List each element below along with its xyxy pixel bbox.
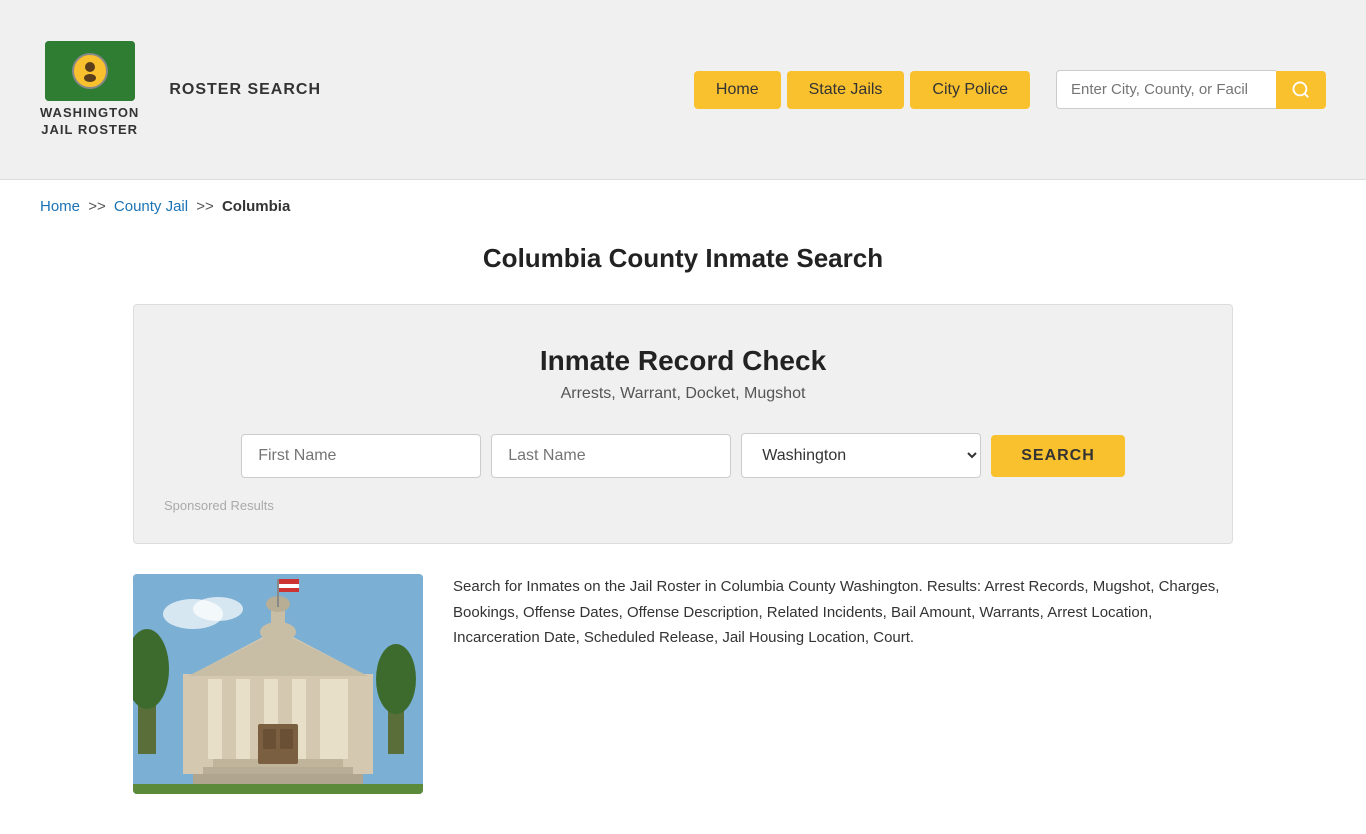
roster-search-label: ROSTER SEARCH <box>169 81 321 99</box>
header: WASHINGTON JAIL ROSTER ROSTER SEARCH Hom… <box>0 0 1366 180</box>
last-name-input[interactable] <box>491 434 731 478</box>
breadcrumb-county-jail[interactable]: County Jail <box>114 198 188 215</box>
description-text: Search for Inmates on the Jail Roster in… <box>453 574 1233 651</box>
header-search-input[interactable] <box>1056 70 1276 109</box>
record-check-subtitle: Arrests, Warrant, Docket, Mugshot <box>164 385 1202 403</box>
first-name-input[interactable] <box>241 434 481 478</box>
nav-home-button[interactable]: Home <box>694 71 781 109</box>
washington-seal-icon <box>78 59 102 83</box>
breadcrumb: Home >> County Jail >> Columbia <box>0 180 1366 233</box>
main-nav: Home State Jails City Police <box>694 70 1326 109</box>
bottom-section: Search for Inmates on the Jail Roster in… <box>133 574 1233 794</box>
breadcrumb-current: Columbia <box>222 198 290 215</box>
state-select[interactable]: AlabamaAlaskaArizonaArkansasCaliforniaCo… <box>741 433 981 478</box>
main-content: Columbia County Inmate Search Inmate Rec… <box>0 233 1366 834</box>
page-title: Columbia County Inmate Search <box>40 243 1326 274</box>
record-check-box: Inmate Record Check Arrests, Warrant, Do… <box>133 304 1233 544</box>
search-icon <box>1292 81 1310 99</box>
search-submit-button[interactable]: SEARCH <box>991 435 1125 477</box>
sponsored-results-label: Sponsored Results <box>164 498 1202 513</box>
logo-text: WASHINGTON JAIL ROSTER <box>40 105 139 139</box>
breadcrumb-home[interactable]: Home <box>40 198 80 215</box>
breadcrumb-sep2: >> <box>196 198 214 215</box>
courthouse-svg <box>133 574 423 794</box>
logo-circle <box>72 53 108 89</box>
logo-flag <box>45 41 135 101</box>
header-search-area <box>1056 70 1326 109</box>
record-check-title: Inmate Record Check <box>164 345 1202 377</box>
header-search-button[interactable] <box>1276 71 1326 109</box>
logo-link[interactable]: WASHINGTON JAIL ROSTER <box>40 41 139 139</box>
courthouse-image <box>133 574 423 794</box>
nav-city-police-button[interactable]: City Police <box>910 71 1030 109</box>
logo-line2: JAIL ROSTER <box>41 122 138 137</box>
logo-line1: WASHINGTON <box>40 105 139 120</box>
inmate-search-form: AlabamaAlaskaArizonaArkansasCaliforniaCo… <box>164 433 1202 478</box>
breadcrumb-sep1: >> <box>88 198 106 215</box>
nav-state-jails-button[interactable]: State Jails <box>787 71 905 109</box>
